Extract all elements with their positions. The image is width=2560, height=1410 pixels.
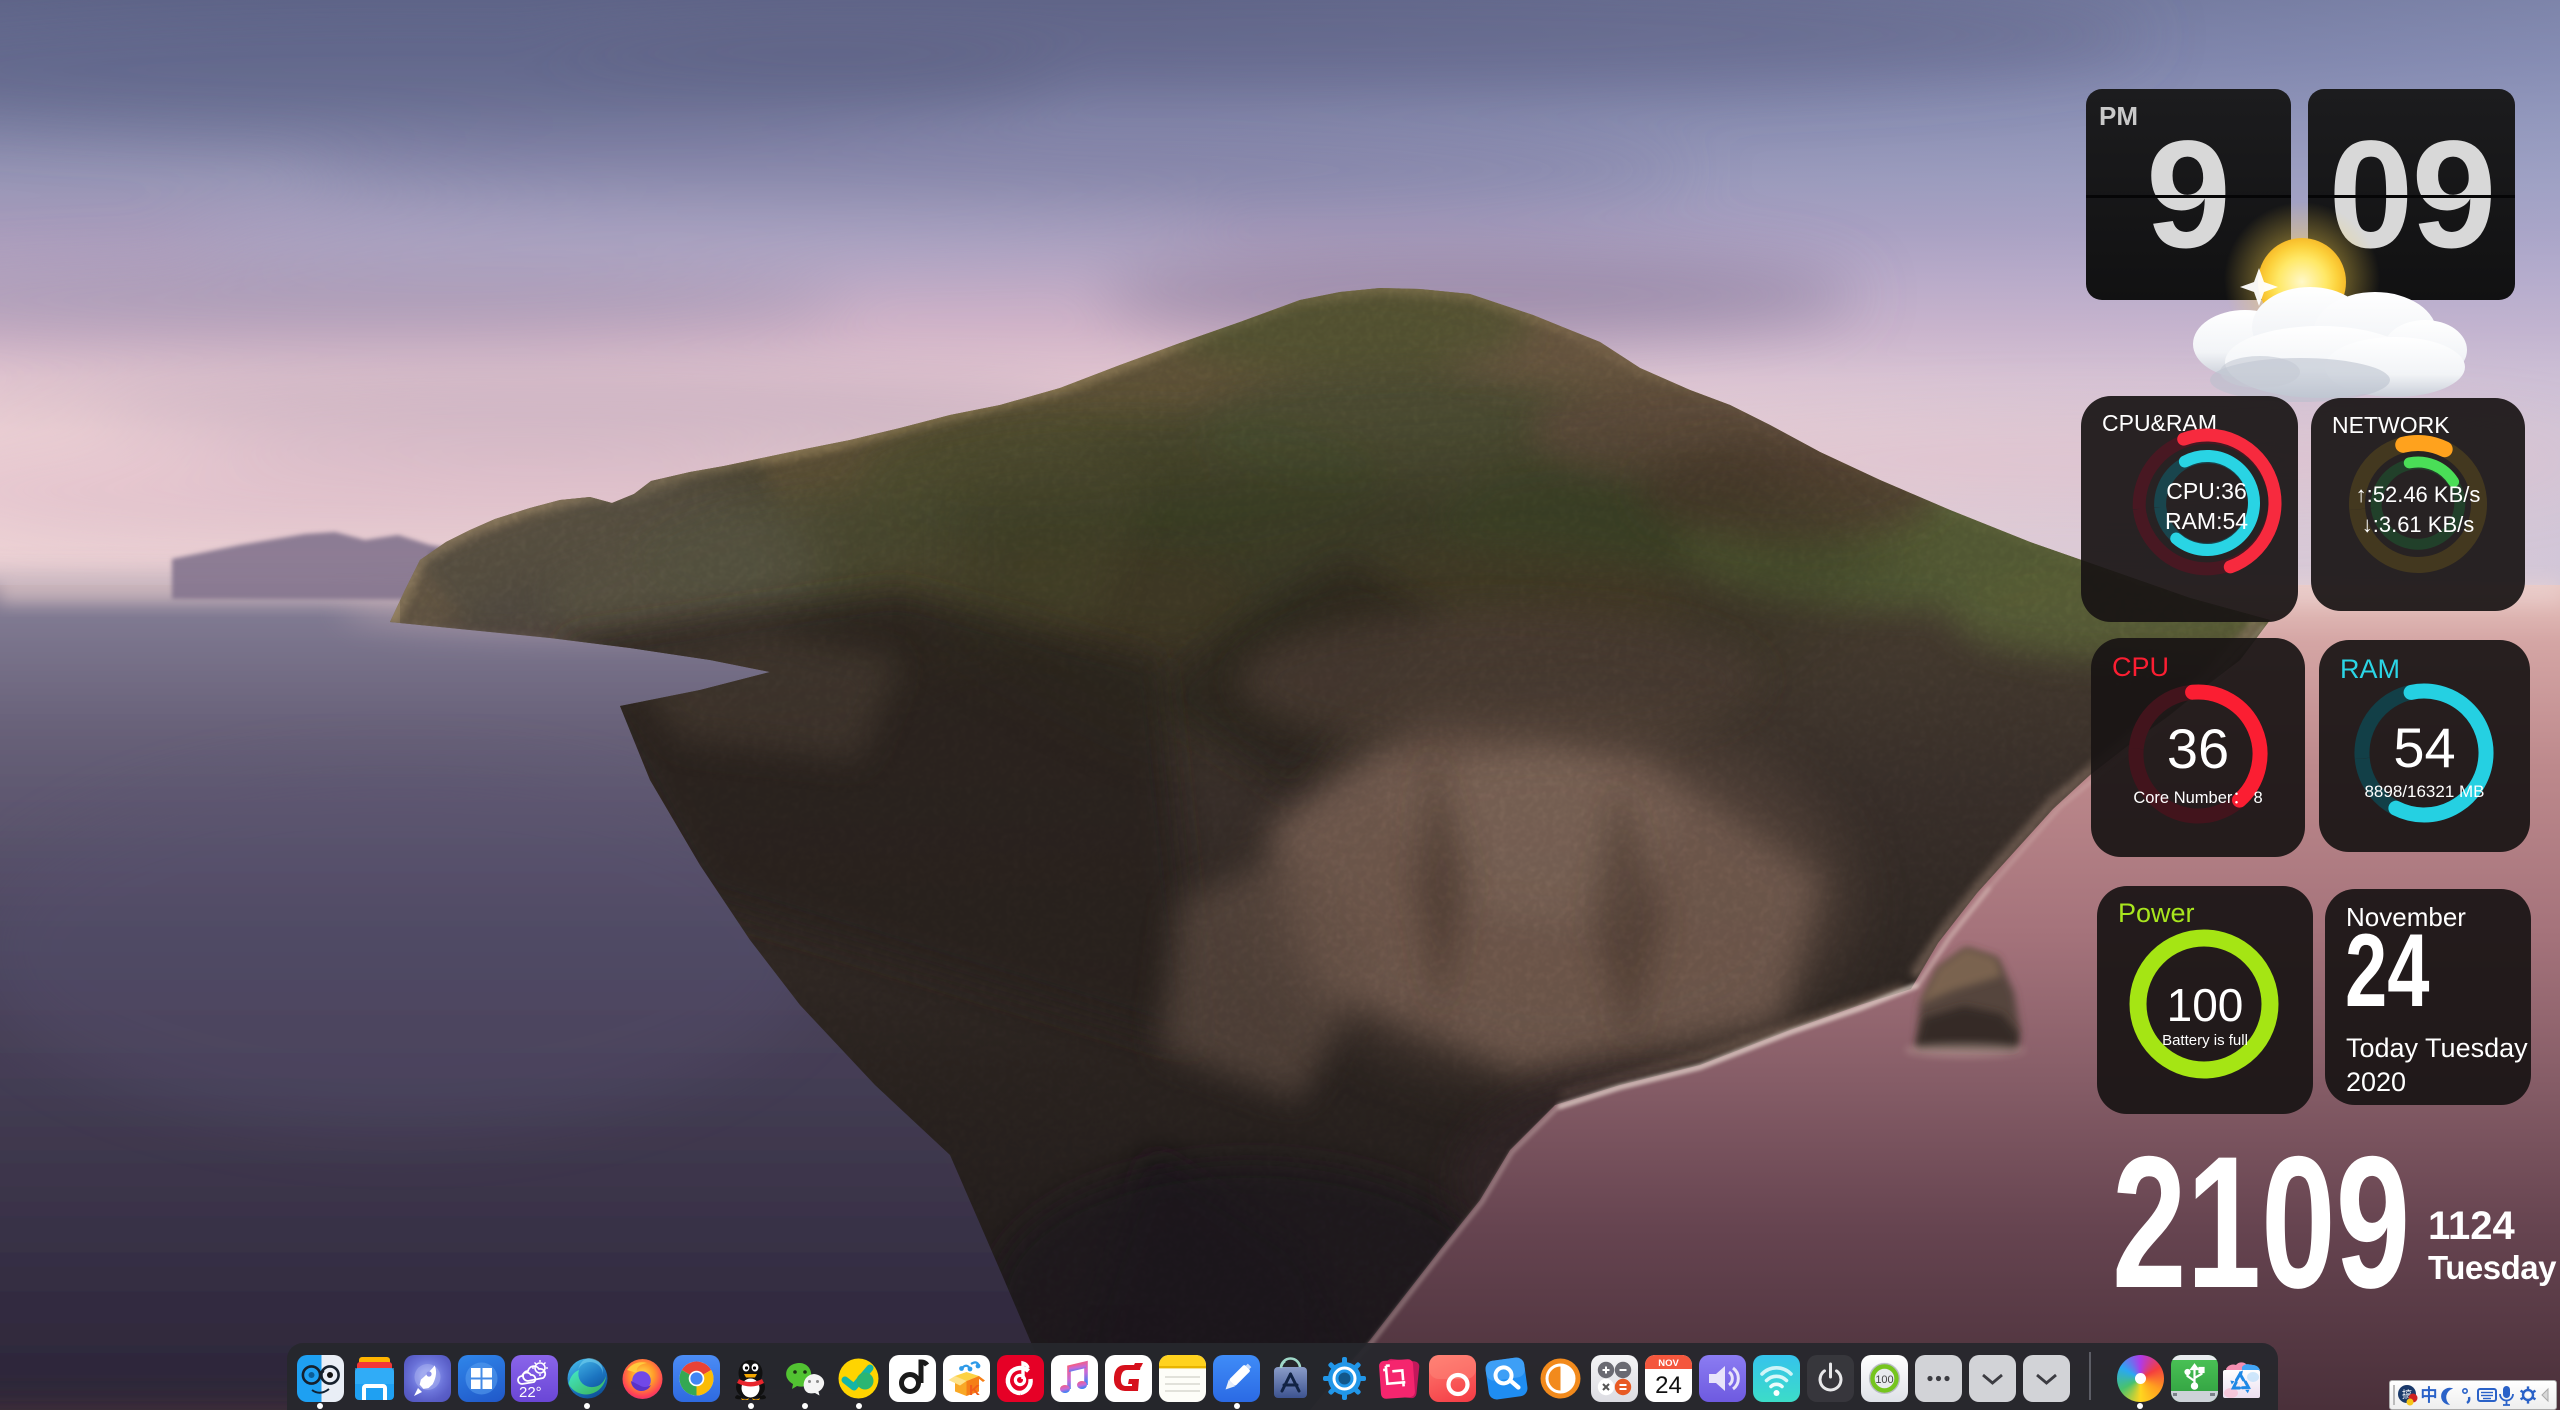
svg-text:中: 中 bbox=[2421, 1385, 2438, 1405]
svg-text:22°: 22° bbox=[519, 1384, 542, 1401]
svg-text:NOV: NOV bbox=[1658, 1358, 1679, 1369]
svg-text:100: 100 bbox=[1875, 1374, 1893, 1386]
svg-text:K: K bbox=[969, 1382, 980, 1399]
svg-text:24: 24 bbox=[1655, 1372, 1682, 1399]
